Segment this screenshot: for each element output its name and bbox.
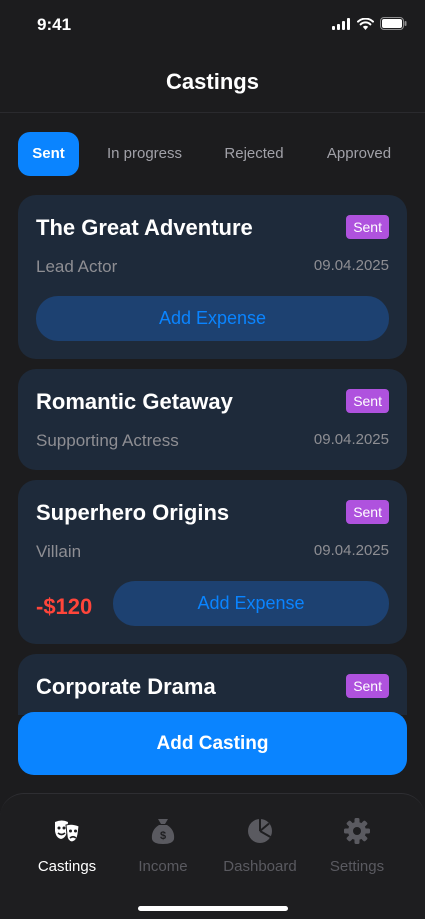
status-badge: Sent (346, 500, 389, 524)
theater-masks-icon (55, 820, 80, 843)
casting-card[interactable]: Superhero Origins Sent Villain 09.04.202… (18, 480, 407, 644)
add-expense-button[interactable]: Add Expense (36, 296, 389, 341)
tab-bar-label: Castings (37, 858, 97, 875)
nav-header: Castings (0, 50, 425, 113)
battery-icon (380, 17, 407, 30)
tab-bar-label: Dashboard (223, 858, 297, 875)
casting-date: 09.04.2025 (313, 257, 389, 274)
casting-card[interactable]: Romantic Getaway Sent Supporting Actress… (18, 369, 407, 470)
status-badge: Sent (346, 674, 389, 698)
tab-bar-item-income[interactable]: $ Income (113, 816, 213, 875)
casting-title: Romantic Getaway (36, 389, 233, 414)
filter-tabs: Sent In progress Rejected Approved (18, 132, 407, 176)
expense-amount: -$120 (36, 594, 93, 619)
status-badge: Sent (346, 389, 389, 413)
tab-rejected[interactable]: Rejected (213, 132, 295, 176)
tab-bar-item-dashboard[interactable]: Dashboard (210, 816, 310, 875)
tab-bar-item-settings[interactable]: Settings (307, 816, 407, 875)
status-icons (332, 17, 407, 30)
casting-card[interactable]: Corporate Drama Sent (18, 654, 407, 715)
casting-title: Corporate Drama (36, 674, 216, 699)
tab-bar-label: Settings (329, 858, 385, 875)
status-badge: Sent (346, 215, 389, 239)
wifi-icon (357, 17, 374, 30)
casting-date: 09.04.2025 (313, 542, 389, 559)
casting-card[interactable]: The Great Adventure Sent Lead Actor 09.0… (18, 195, 407, 359)
svg-text:$: $ (160, 830, 166, 842)
casting-role: Supporting Actress (36, 431, 179, 450)
casting-title: The Great Adventure (36, 215, 253, 240)
pie-chart-icon (248, 819, 272, 843)
page-title: Castings (166, 69, 259, 94)
casting-role: Villain (36, 542, 82, 561)
gear-icon (344, 818, 370, 844)
casting-date: 09.04.2025 (313, 431, 389, 448)
add-expense-button[interactable]: Add Expense (113, 581, 389, 626)
status-time: 9:41 (37, 15, 72, 34)
tab-approved[interactable]: Approved (318, 132, 400, 176)
status-bar: 9:41 (0, 0, 425, 50)
tab-bar-item-castings[interactable]: Castings (17, 816, 117, 875)
add-casting-button[interactable]: Add Casting (18, 712, 407, 775)
casting-list: The Great Adventure Sent Lead Actor 09.0… (18, 195, 407, 715)
tab-in-progress[interactable]: In progress (96, 132, 193, 176)
casting-title: Superhero Origins (36, 500, 230, 525)
casting-role: Lead Actor (36, 257, 118, 276)
bottom-tab-bar: Castings $ Income Dashboard Settings (0, 793, 425, 919)
home-indicator (138, 906, 288, 911)
signal-icon (332, 17, 350, 30)
money-bag-icon: $ (151, 819, 175, 844)
tab-bar-label: Income (138, 858, 188, 875)
tab-sent[interactable]: Sent (18, 132, 79, 176)
